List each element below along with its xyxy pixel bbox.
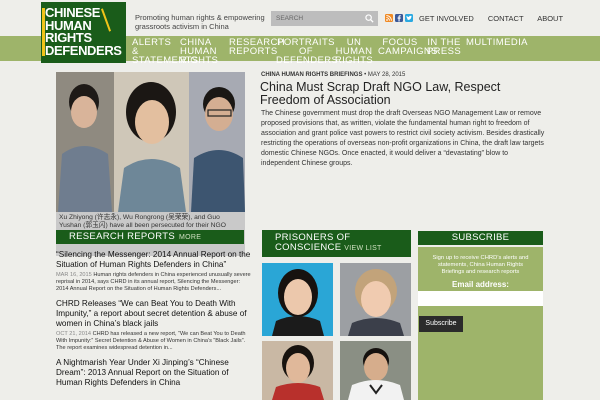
logo-text-line: CHINESE	[45, 5, 100, 20]
subscribe-box: Sign up to receive CHRD’s alerts and sta…	[418, 247, 543, 400]
nav-china-human-rights[interactable]: CHINA HUMAN RIGHTS	[180, 38, 228, 66]
subscribe-button[interactable]: Subscribe	[419, 316, 463, 332]
facebook-icon[interactable]	[395, 14, 403, 22]
email-label: Email address:	[452, 280, 509, 289]
feature-date: • MAY 28, 2015	[362, 72, 406, 78]
prisoner-photo[interactable]	[340, 341, 411, 400]
prisoners-view-list-link[interactable]: VIEW LIST	[344, 245, 381, 252]
prisoners-title: PRISONERS OF CONSCIENCE	[275, 232, 351, 253]
rss-icon[interactable]	[385, 14, 393, 22]
report-title[interactable]: “Silencing the Messenger: 2014 Annual Re…	[56, 250, 254, 270]
prisoners-heading: PRISONERS OF CONSCIENCE VIEW LIST	[262, 230, 411, 257]
subscribe-heading: SUBSCRIBE	[418, 231, 543, 245]
feature-photo-image	[56, 72, 245, 212]
list-item: CHRD Releases “We can Beat You to Death …	[56, 299, 254, 352]
prisoner-portrait	[262, 263, 333, 336]
report-date: OCT 21, 2014	[56, 331, 92, 337]
report-excerpt: MAR 16, 2015 Human rights defenders in C…	[56, 272, 254, 293]
feature-meta: CHINA HUMAN RIGHTS BRIEFINGS • MAY 28, 2…	[261, 72, 405, 78]
nav-portraits-of-defenders[interactable]: PORTRAITS OF DEFENDERS	[276, 38, 338, 66]
report-title[interactable]: CHRD Releases “We can Beat You to Death …	[56, 299, 254, 329]
prisoner-portrait	[340, 341, 411, 400]
social-links	[385, 14, 415, 23]
twitter-icon[interactable]	[405, 14, 413, 22]
feature-photo[interactable]	[56, 72, 245, 212]
report-title[interactable]: A Nightmarish Year Under Xi Jinping’s “C…	[56, 358, 254, 388]
site-tagline: Promoting human rights & empowering gras…	[135, 13, 265, 31]
research-reports-list: “Silencing the Messenger: 2014 Annual Re…	[56, 250, 254, 394]
research-reports-heading: RESEARCH REPORTS MORE	[56, 230, 244, 244]
search-input[interactable]	[271, 11, 363, 26]
nav-multimedia[interactable]: MULTIMEDIA	[466, 38, 536, 48]
research-reports-title: RESEARCH REPORTS	[69, 231, 175, 242]
search-box[interactable]	[271, 11, 378, 26]
research-reports-more-link[interactable]: MORE	[179, 234, 201, 241]
nav-alerts-statements[interactable]: ALERTS & STATEMENTS	[132, 38, 198, 66]
subscribe-description: Sign up to receive CHRD’s alerts and sta…	[432, 255, 529, 275]
prisoner-portrait	[340, 263, 411, 336]
search-icon[interactable]	[365, 14, 374, 23]
top-links: GET INVOLVED CONTACT ABOUT	[419, 14, 575, 23]
about-link[interactable]: ABOUT	[537, 14, 563, 23]
report-date: MAR 16, 2015	[56, 272, 92, 278]
nav-focus-campaigns[interactable]: FOCUS CAMPAIGNS	[378, 38, 438, 57]
list-item: A Nightmarish Year Under Xi Jinping’s “C…	[56, 358, 254, 388]
site-logo[interactable]: CHINESE HUMAN RIGHTS DEFENDERS	[41, 2, 126, 63]
logo-accent-bar	[42, 8, 45, 56]
feature-title[interactable]: China Must Scrap Draft NGO Law, Respect …	[260, 81, 550, 107]
prisoner-photo[interactable]	[340, 263, 411, 336]
logo-text-line: DEFENDERS	[45, 42, 122, 58]
prisoner-photo[interactable]	[262, 263, 333, 336]
nav-in-the-press[interactable]: IN THE PRESS	[425, 38, 463, 57]
contact-link[interactable]: CONTACT	[488, 14, 524, 23]
report-excerpt: OCT 21, 2014 CHRD has released a new rep…	[56, 331, 254, 352]
get-involved-link[interactable]: GET INVOLVED	[419, 14, 474, 23]
list-item: “Silencing the Messenger: 2014 Annual Re…	[56, 250, 254, 293]
email-field[interactable]	[418, 291, 543, 306]
feature-category[interactable]: CHINA HUMAN RIGHTS BRIEFINGS	[261, 72, 362, 78]
feature-body: The Chinese government must drop the dra…	[261, 110, 545, 167]
prisoner-photo[interactable]	[262, 341, 333, 400]
nav-un-human-rights[interactable]: UN HUMAN RIGHTS	[333, 38, 375, 66]
nav-research-reports[interactable]: RESEARCH REPORTS	[229, 38, 285, 57]
prisoner-portrait	[262, 341, 333, 400]
